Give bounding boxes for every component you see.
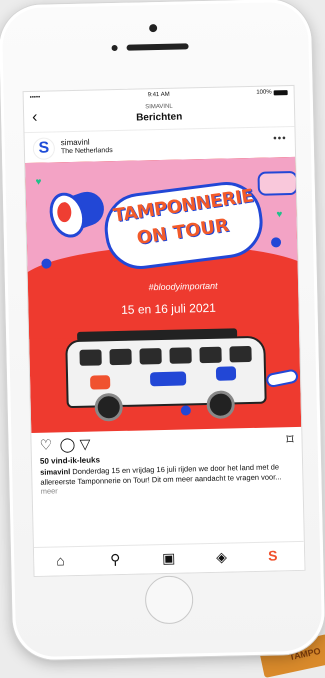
bottom-tab-bar: ⌂ ⚲ ▣ ◈ S bbox=[33, 540, 305, 576]
van-wheel bbox=[94, 392, 124, 422]
underwear-illustration bbox=[257, 170, 298, 196]
van-sticker bbox=[215, 366, 237, 381]
van-sticker bbox=[90, 375, 111, 390]
post-caption: simavinl Donderdag 15 en vrijdag 16 juli… bbox=[32, 460, 303, 497]
green-heart-icon: ♥ bbox=[276, 209, 283, 221]
van-window bbox=[139, 348, 162, 365]
van-window bbox=[229, 345, 252, 363]
earpiece-speaker bbox=[126, 43, 189, 51]
battery-percent: 100% bbox=[256, 89, 272, 96]
van-window bbox=[79, 349, 102, 366]
van-window bbox=[109, 348, 132, 366]
search-icon[interactable]: ⚲ bbox=[110, 551, 121, 568]
home-icon[interactable]: ⌂ bbox=[56, 552, 65, 568]
battery-indicator: 100% bbox=[256, 89, 288, 96]
van-sticker bbox=[149, 371, 187, 387]
profile-icon[interactable]: S bbox=[268, 547, 278, 563]
brand-logo-icon: S bbox=[38, 139, 50, 157]
pad-illustration bbox=[265, 368, 300, 389]
bookmark-icon[interactable]: ⌑ bbox=[286, 431, 294, 448]
avatar[interactable]: S bbox=[32, 137, 56, 160]
post-location[interactable]: The Netherlands bbox=[61, 147, 113, 155]
phone-frame: ••••• 9:41 AM 100% ‹ SIMAVINL Berichten … bbox=[0, 0, 325, 661]
caption-text: Donderdag 15 en vrijdag 16 juli rijden w… bbox=[40, 462, 282, 487]
blue-dot-decoration bbox=[180, 405, 191, 416]
caption-more-link[interactable]: meer bbox=[41, 486, 58, 495]
share-icon[interactable]: ▽ bbox=[79, 436, 90, 453]
proximity-sensor bbox=[111, 44, 118, 52]
shop-icon[interactable]: ◈ bbox=[216, 549, 227, 566]
battery-icon bbox=[273, 89, 288, 95]
van-window bbox=[199, 346, 222, 364]
post-image[interactable]: ♥ ♥ TAMPONNERIE ON TOUR #bloodyimportant… bbox=[25, 156, 302, 433]
like-heart-icon[interactable]: ♡ bbox=[39, 437, 52, 454]
status-time: 9:41 AM bbox=[147, 91, 170, 99]
phone-screen: ••••• 9:41 AM 100% ‹ SIMAVINL Berichten … bbox=[22, 84, 306, 577]
more-options-icon[interactable]: ••• bbox=[273, 133, 287, 144]
post-username[interactable]: simavinl bbox=[61, 138, 90, 148]
comment-icon[interactable]: ◯ bbox=[59, 436, 75, 453]
van-wheel bbox=[206, 390, 236, 420]
home-button[interactable] bbox=[144, 575, 194, 625]
front-camera bbox=[149, 24, 158, 33]
green-heart-icon: ♥ bbox=[35, 176, 42, 188]
reels-icon[interactable]: ▣ bbox=[162, 550, 176, 567]
van-window bbox=[169, 347, 192, 364]
caption-username[interactable]: simavinl bbox=[40, 467, 70, 477]
